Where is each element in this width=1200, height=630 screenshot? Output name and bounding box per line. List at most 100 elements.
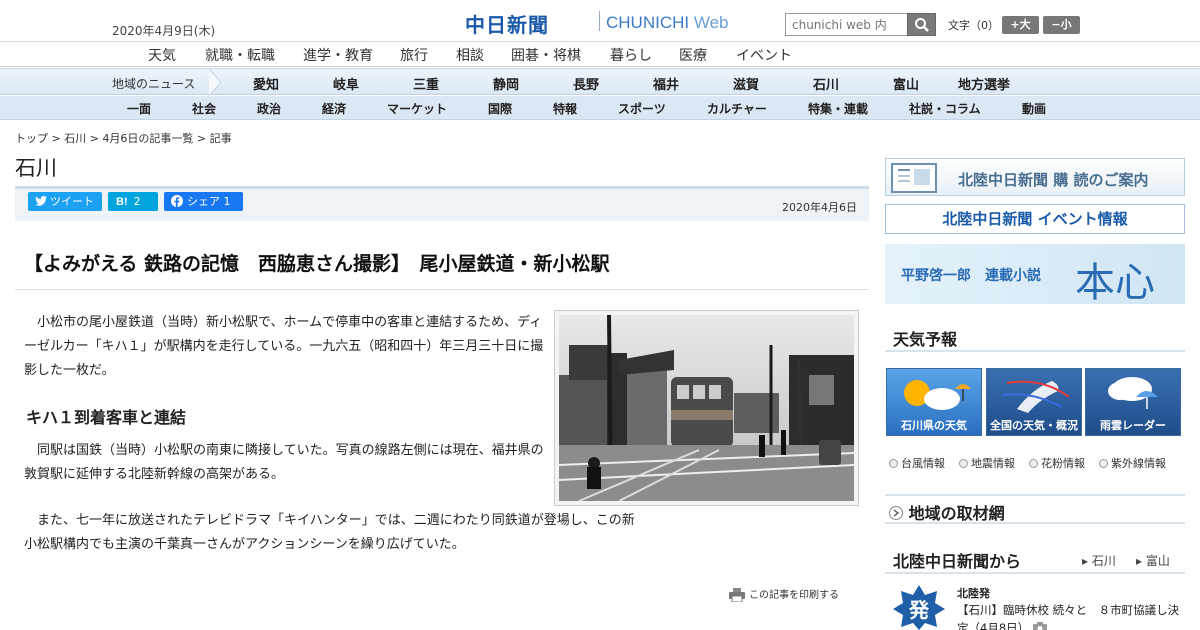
hatena-bookmark-button[interactable]: B! 2 (108, 192, 158, 211)
category-international[interactable]: 国際 (488, 100, 512, 117)
facebook-icon (171, 195, 183, 207)
font-size-label: 文字（0） (948, 19, 999, 32)
category-video[interactable]: 動画 (1022, 100, 1046, 117)
logo-web-text: Web (693, 13, 729, 32)
subscribe-banner[interactable]: 北陸中日新聞 購 読のご案内 (885, 158, 1185, 196)
earthquake-info-link[interactable]: 地震情報 (959, 455, 1015, 471)
rain-umbrella-icon (1108, 377, 1158, 409)
region-nav-shizuoka[interactable]: 静岡 (493, 74, 519, 93)
facebook-share-count: 1 (223, 195, 231, 208)
newspaper-icon (891, 163, 937, 193)
service-nav-consult[interactable]: 相談 (456, 45, 484, 65)
category-front[interactable]: 一面 (127, 100, 151, 117)
weather-link-label: 台風情報 (901, 457, 945, 470)
from-tab-label: 富山 (1145, 554, 1170, 568)
camera-icon (1032, 622, 1047, 630)
breadcrumb-current: 記事 (209, 132, 232, 145)
sun-cloud-icon (904, 380, 971, 410)
tweet-button[interactable]: ツイート (28, 192, 102, 211)
article-paragraph-2-text: 同駅は国鉄（当時）小松駅の南東に隣接していた。写真の線路左側には現在、福井県の敦… (24, 443, 544, 482)
hatena-count: 2 (133, 195, 141, 208)
from-tab-label: 石川 (1091, 554, 1116, 568)
tile-national-weather[interactable]: 全国の天気・概況 (986, 368, 1082, 436)
category-nav: 一面 社会 政治 経済 マーケット 国際 特報 スポーツ カルチャー 特集・連載… (0, 96, 1200, 120)
font-decrease-button[interactable]: −小 (1043, 16, 1080, 34)
search-button[interactable] (907, 13, 936, 36)
novel-title: 本心 (1075, 260, 1155, 306)
region-nav-elections[interactable]: 地方選挙 (958, 74, 1010, 93)
weather-link-label: 紫外線情報 (1111, 457, 1166, 470)
service-nav: 天気 就職・転職 進学・教育 旅行 相談 囲碁・将棋 暮らし 医療 イベント (0, 43, 1200, 67)
category-culture[interactable]: カルチャー (707, 100, 767, 117)
local-network-link[interactable]: 地域の取材網 (885, 494, 1185, 524)
news-category: 北陸発 (957, 587, 990, 600)
region-nav-gifu[interactable]: 岐阜 (333, 74, 359, 93)
service-nav-jobs[interactable]: 就職・転職 (205, 45, 275, 65)
region-nav-toyama[interactable]: 富山 (893, 74, 919, 93)
category-society[interactable]: 社会 (192, 100, 216, 117)
from-tab-ishikawa[interactable]: ▸ 石川 (1082, 552, 1116, 569)
printer-icon (729, 588, 745, 603)
breadcrumb-date-list[interactable]: 4月6日の記事一覧 (102, 132, 193, 145)
region-nav-shiga[interactable]: 滋賀 (733, 74, 759, 93)
category-politics[interactable]: 政治 (257, 100, 281, 117)
service-nav-living[interactable]: 暮らし (610, 45, 652, 65)
typhoon-info-link[interactable]: 台風情報 (889, 455, 945, 471)
hatena-icon: B! (116, 196, 128, 208)
category-special-report[interactable]: 特報 (553, 100, 577, 117)
publish-date: 2020年4月6日 (782, 201, 857, 214)
category-features[interactable]: 特集・連載 (808, 100, 868, 117)
category-economy[interactable]: 経済 (322, 100, 346, 117)
weather-link-label: 地震情報 (971, 457, 1015, 470)
pollen-info-link[interactable]: 花粉情報 (1029, 455, 1085, 471)
chevron-right-icon (208, 69, 222, 96)
print-label: この記事を印刷する (749, 590, 839, 601)
region-nav-ishikawa[interactable]: 石川 (813, 74, 839, 93)
article-photo[interactable] (554, 310, 859, 506)
tile-rain-radar[interactable]: 雨雲レーダー (1085, 368, 1181, 436)
region-nav-nagano[interactable]: 長野 (573, 74, 599, 93)
chevron-right-icon (889, 506, 903, 520)
category-market[interactable]: マーケット (387, 100, 447, 117)
breadcrumb-top[interactable]: トップ (15, 132, 48, 145)
category-sports[interactable]: スポーツ (618, 100, 666, 117)
tweet-label: ツイート (50, 195, 94, 208)
site-logo[interactable]: 中日新聞 (465, 9, 549, 38)
twitter-icon (35, 196, 47, 206)
print-article-link[interactable]: この記事を印刷する (729, 586, 839, 603)
share-bar: ツイート B! 2 シェア 1 2020年4月6日 (15, 189, 869, 221)
tile-label: 石川県の天気 (901, 419, 967, 432)
weather-link-label: 花粉情報 (1041, 457, 1085, 470)
font-increase-button[interactable]: +大 (1002, 16, 1039, 34)
service-nav-igo[interactable]: 囲碁・将棋 (511, 45, 581, 65)
article-paragraph: また、七一年に放送されたテレビドラマ「キイハンター」では、二週にわたり同鉄道が登… (24, 509, 644, 557)
bullet-icon (959, 459, 968, 468)
region-nav-fukui[interactable]: 福井 (653, 74, 679, 93)
region-nav-mie[interactable]: 三重 (413, 74, 439, 93)
news-item-link[interactable]: 【石川】臨時休校 続々と ８市町協議し決定（4月8日） (957, 601, 1185, 630)
serial-novel-banner[interactable]: 平野啓一郎 連載小説 本心 (885, 244, 1185, 306)
search-input[interactable] (785, 13, 909, 36)
facebook-share-button[interactable]: シェア 1 (164, 192, 243, 211)
from-tab-toyama[interactable]: ▸ 富山 (1136, 552, 1170, 569)
tile-ishikawa-weather[interactable]: 石川県の天気 (886, 368, 982, 436)
region-nav-aichi[interactable]: 愛知 (253, 74, 279, 93)
category-editorial[interactable]: 社説・コラム (909, 100, 981, 117)
search-icon (915, 18, 929, 32)
breadcrumb-ishikawa[interactable]: 石川 (64, 132, 86, 145)
service-nav-medical[interactable]: 医療 (679, 45, 707, 65)
current-date: 2020年4月9日(木) (112, 24, 216, 38)
service-nav-travel[interactable]: 旅行 (400, 45, 428, 65)
site-logo-en[interactable]: CHUNICHI Web (606, 13, 729, 33)
breadcrumb: トップ > 石川 > 4月6日の記事一覧 > 記事 (15, 132, 232, 145)
event-info-banner[interactable]: 北陸中日新聞 イベント情報 (885, 204, 1185, 234)
service-nav-event[interactable]: イベント (736, 45, 792, 65)
uv-info-link[interactable]: 紫外線情報 (1099, 455, 1166, 471)
headline-divider (15, 289, 869, 290)
article-paragraph: 同駅は国鉄（当時）小松駅の南東に隣接していた。写真の線路左側には現在、福井県の敦… (24, 439, 546, 487)
section-title: 石川 (15, 156, 57, 180)
from-hokuriku-text: 北陸中日新聞から (893, 552, 1022, 571)
tile-label: 雨雲レーダー (1100, 419, 1166, 432)
service-nav-education[interactable]: 進学・教育 (303, 45, 373, 65)
service-nav-weather[interactable]: 天気 (148, 45, 176, 65)
